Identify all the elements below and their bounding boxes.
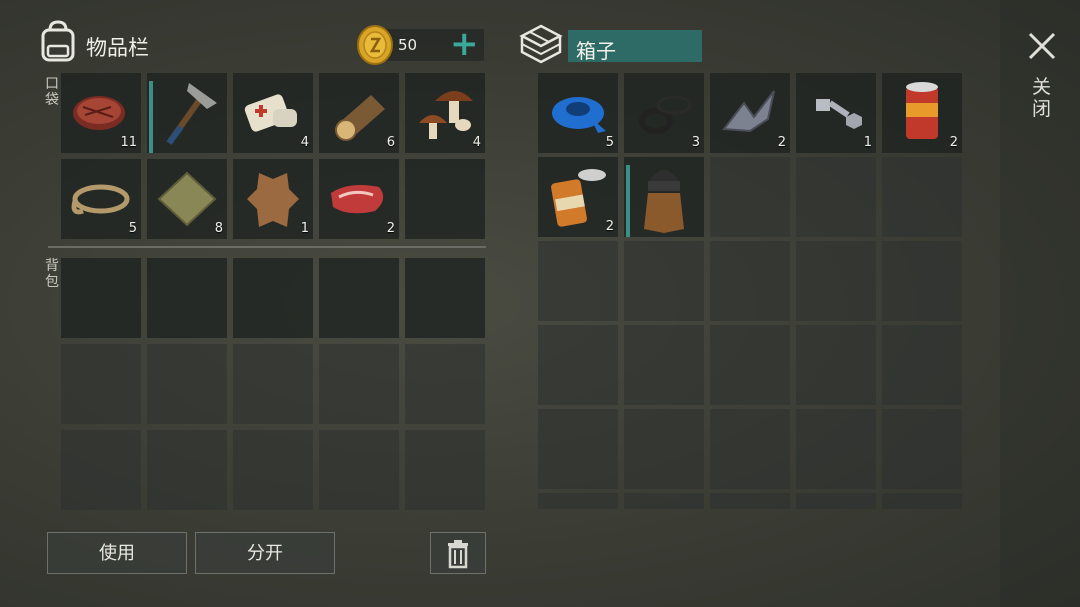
backpack-icon	[41, 20, 75, 62]
pocket-slot[interactable]: 8	[147, 159, 227, 239]
coin-count: 50	[398, 36, 418, 54]
box-slot[interactable]: 2	[882, 73, 962, 153]
item-quantity: 2	[949, 135, 958, 150]
item-quantity: 2	[777, 135, 786, 150]
box-slot-empty[interactable]	[882, 493, 962, 509]
box-slot[interactable]: 2	[710, 73, 790, 153]
coin-icon	[357, 25, 393, 65]
item-quantity: 4	[300, 135, 309, 150]
box-slot-empty[interactable]	[538, 325, 618, 405]
backpack-slot-locked	[61, 430, 141, 510]
item-quantity: 3	[691, 135, 700, 150]
item-quantity: 1	[300, 221, 309, 236]
item-quantity: 5	[128, 221, 137, 236]
box-slot-empty[interactable]	[710, 241, 790, 321]
box-slot-empty[interactable]	[710, 157, 790, 237]
pocket-slot[interactable]: 5	[61, 159, 141, 239]
item-quantity: 11	[120, 135, 137, 150]
pocket-slot-equipped[interactable]	[147, 73, 227, 153]
use-button[interactable]: 使用	[47, 532, 187, 574]
box-slot-empty[interactable]	[796, 409, 876, 489]
box-slot-empty[interactable]	[882, 157, 962, 237]
box-slot[interactable]: 1	[796, 73, 876, 153]
backpack-slot-locked	[61, 344, 141, 424]
backpack-slot-locked	[147, 344, 227, 424]
box-slot-empty[interactable]	[710, 325, 790, 405]
pocket-slot[interactable]: 1	[233, 159, 313, 239]
box-slot-empty[interactable]	[882, 241, 962, 321]
close-icon	[1028, 32, 1056, 60]
close-button[interactable]: 关闭	[1022, 28, 1062, 138]
box-slot-empty[interactable]	[624, 493, 704, 509]
backpack-slot-locked	[405, 344, 485, 424]
inventory-title: 物品栏	[86, 36, 149, 60]
add-coins-button[interactable]: +	[450, 24, 479, 64]
box-slot-empty[interactable]	[538, 241, 618, 321]
box-slot-empty[interactable]	[796, 157, 876, 237]
item-quantity: 8	[214, 221, 223, 236]
pocket-slot[interactable]: 6	[319, 73, 399, 153]
box-slot[interactable]: 3	[624, 73, 704, 153]
item-quantity: 5	[605, 135, 614, 150]
trash-button[interactable]	[430, 532, 486, 574]
backpack-slot[interactable]	[61, 258, 141, 338]
item-quantity: 2	[386, 221, 395, 236]
backpack-slot-locked	[147, 430, 227, 510]
pocket-label: 口袋	[45, 76, 59, 108]
box-slot-empty[interactable]	[624, 325, 704, 405]
backpack-slot[interactable]	[319, 258, 399, 338]
backpack-slot-locked	[405, 430, 485, 510]
beanie-scarf-icon	[644, 170, 684, 233]
pocket-slot[interactable]: 4	[405, 73, 485, 153]
box-slot-empty[interactable]	[796, 493, 876, 509]
backpack-slot[interactable]	[147, 258, 227, 338]
backpack-slot-locked	[233, 430, 313, 510]
box-slot-empty[interactable]	[538, 493, 618, 509]
box-title: 箱子	[576, 39, 616, 63]
box-slot-empty[interactable]	[882, 325, 962, 405]
pocket-slot-empty[interactable]	[405, 159, 485, 239]
box-slot-empty[interactable]	[882, 409, 962, 489]
box-slot-empty[interactable]	[624, 241, 704, 321]
item-quantity: 2	[605, 219, 614, 234]
box-slot-equipped[interactable]	[624, 157, 704, 237]
backpack-slot-locked	[319, 430, 399, 510]
box-slot-empty[interactable]	[624, 409, 704, 489]
box-slot-empty[interactable]	[538, 409, 618, 489]
pocket-slot[interactable]: 4	[233, 73, 313, 153]
box-slot[interactable]: 5	[538, 73, 618, 153]
item-quantity: 4	[472, 135, 481, 150]
box-slot-empty[interactable]	[796, 325, 876, 405]
close-label: 关闭	[1032, 76, 1052, 120]
backpack-slot-locked	[233, 344, 313, 424]
box-icon	[519, 24, 563, 64]
trash-icon	[448, 540, 468, 569]
item-quantity: 6	[386, 135, 395, 150]
backpack-slot[interactable]	[405, 258, 485, 338]
pocket-slot[interactable]: 2	[319, 159, 399, 239]
box-slot[interactable]: 2	[538, 157, 618, 237]
backpack-label: 背包	[45, 258, 59, 290]
pocket-slot[interactable]: 11	[61, 73, 141, 153]
backpack-slot-locked	[319, 344, 399, 424]
backpack-slot[interactable]	[233, 258, 313, 338]
pickaxe-icon	[166, 83, 217, 145]
item-quantity: 1	[863, 135, 872, 150]
box-slot-empty[interactable]	[796, 241, 876, 321]
box-slot-empty[interactable]	[710, 409, 790, 489]
section-divider	[48, 246, 486, 248]
split-button[interactable]: 分开	[195, 532, 335, 574]
box-slot-empty[interactable]	[710, 493, 790, 509]
